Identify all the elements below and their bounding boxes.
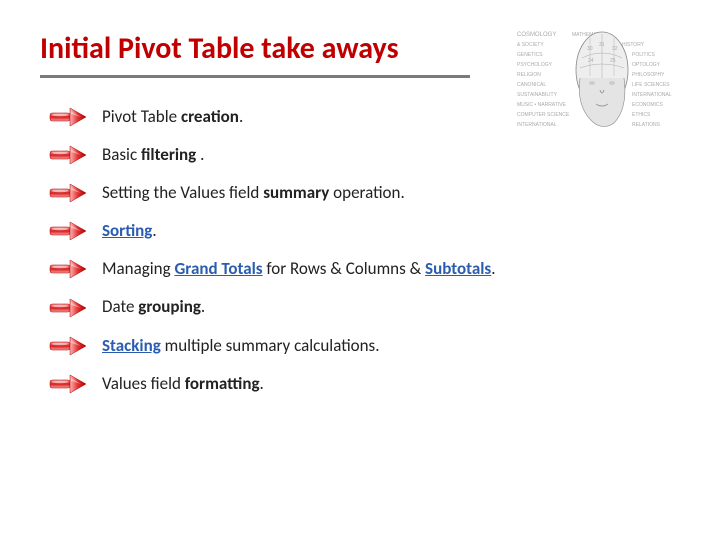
svg-text:PHILOSOPHY: PHILOSOPHY (632, 72, 665, 78)
bullet-text: Managing Grand Totals for Rows & Columns… (102, 258, 496, 280)
svg-text:INTERNATIONAL: INTERNATIONAL (517, 122, 557, 128)
svg-text:30: 30 (587, 46, 593, 52)
arrow-right-icon (48, 297, 88, 319)
svg-text:POLITICS: POLITICS (632, 52, 655, 58)
svg-text:PSYCHOLOGY: PSYCHOLOGY (517, 62, 553, 68)
svg-text:COSMOLOGY: COSMOLOGY (517, 32, 556, 38)
phrenology-head-illustration: COSMOLOGY MATHEMATICS & SOCIETY HISTORY … (512, 22, 692, 152)
svg-text:LIFE SCIENCES: LIFE SCIENCES (632, 82, 670, 88)
svg-text:COMPUTER SCIENCE: COMPUTER SCIENCE (517, 112, 570, 118)
bullet-item: Setting the Values field summary operati… (48, 182, 680, 204)
svg-text:CANONICAL: CANONICAL (517, 82, 546, 88)
svg-text:GENETICS: GENETICS (517, 52, 543, 58)
svg-text:25: 25 (610, 58, 616, 64)
arrow-right-icon (48, 106, 88, 128)
svg-text:24: 24 (588, 58, 594, 64)
bullet-text: Setting the Values field summary operati… (102, 182, 405, 204)
svg-text:INTERNATIONAL: INTERNATIONAL (632, 92, 672, 98)
arrow-right-icon (48, 220, 88, 242)
bullet-item: Managing Grand Totals for Rows & Columns… (48, 258, 680, 280)
bullet-text: Pivot Table creation. (102, 106, 243, 128)
svg-text:ETHICS: ETHICS (632, 112, 651, 118)
bullet-text: Stacking multiple summary calculations. (102, 335, 380, 357)
svg-text:MUSIC • NARRATIVE: MUSIC • NARRATIVE (517, 102, 567, 108)
arrow-right-icon (48, 258, 88, 280)
bullet-item: Sorting. (48, 220, 680, 242)
svg-text:32: 32 (612, 46, 618, 52)
arrow-right-icon (48, 144, 88, 166)
svg-text:HISTORY: HISTORY (622, 42, 645, 48)
bullet-text: Values field formatting. (102, 373, 264, 395)
svg-text:RELATIONS: RELATIONS (632, 122, 661, 128)
bullet-text: Sorting. (102, 220, 157, 242)
svg-text:SUSTAINABILITY: SUSTAINABILITY (517, 92, 558, 98)
bullet-item: Values field formatting. (48, 373, 680, 395)
arrow-right-icon (48, 335, 88, 357)
svg-text:RELIGION: RELIGION (517, 72, 541, 78)
svg-text:ECONOMICS: ECONOMICS (632, 102, 664, 108)
bullet-item: Stacking multiple summary calculations. (48, 335, 680, 357)
arrow-right-icon (48, 373, 88, 395)
svg-text:31: 31 (599, 42, 605, 48)
svg-text:OPTOLOGY: OPTOLOGY (632, 62, 661, 68)
bullet-item: Date grouping. (48, 296, 680, 318)
svg-text:& SOCIETY: & SOCIETY (517, 42, 544, 48)
slide: COSMOLOGY MATHEMATICS & SOCIETY HISTORY … (0, 0, 720, 395)
title-underline (40, 75, 470, 78)
bullet-text: Date grouping. (102, 296, 205, 318)
bullet-text: Basic filtering . (102, 144, 204, 166)
arrow-right-icon (48, 182, 88, 204)
